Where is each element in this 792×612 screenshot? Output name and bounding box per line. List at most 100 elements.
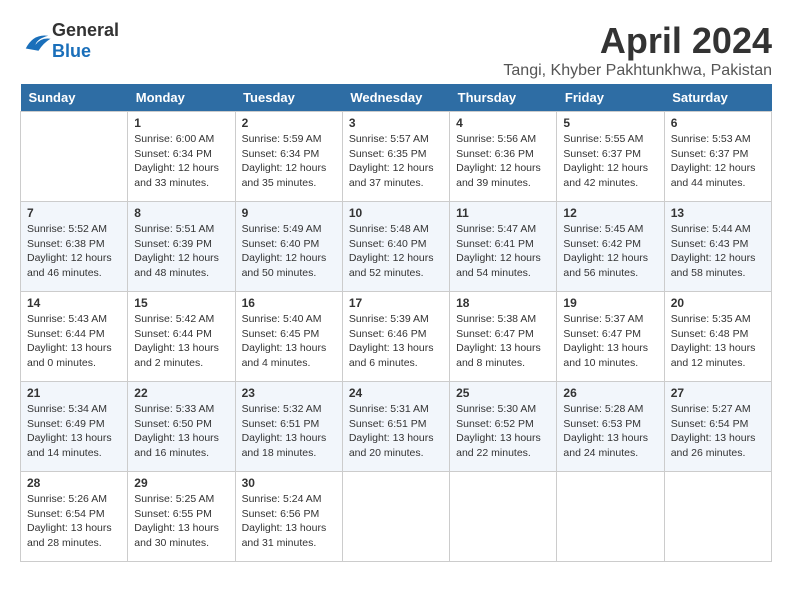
sunrise-text: Sunrise: 5:39 AM	[349, 313, 429, 325]
calendar-cell	[21, 112, 128, 202]
week-row-2: 7 Sunrise: 5:52 AM Sunset: 6:38 PM Dayli…	[21, 202, 772, 292]
daylight-text: Daylight: 13 hours and 12 minutes.	[671, 342, 756, 369]
day-info: Sunrise: 5:35 AM Sunset: 6:48 PM Dayligh…	[671, 312, 765, 371]
calendar-cell: 11 Sunrise: 5:47 AM Sunset: 6:41 PM Dayl…	[450, 202, 557, 292]
sunrise-text: Sunrise: 5:32 AM	[242, 403, 322, 415]
sunrise-text: Sunrise: 5:57 AM	[349, 133, 429, 145]
day-info: Sunrise: 5:34 AM Sunset: 6:49 PM Dayligh…	[27, 402, 121, 461]
sunset-text: Sunset: 6:56 PM	[242, 508, 320, 520]
calendar-subtitle: Tangi, Khyber Pakhtunkhwa, Pakistan	[503, 62, 772, 80]
day-info: Sunrise: 5:39 AM Sunset: 6:46 PM Dayligh…	[349, 312, 443, 371]
day-info: Sunrise: 5:38 AM Sunset: 6:47 PM Dayligh…	[456, 312, 550, 371]
calendar-cell: 23 Sunrise: 5:32 AM Sunset: 6:51 PM Dayl…	[235, 382, 342, 472]
sunset-text: Sunset: 6:51 PM	[349, 418, 427, 430]
calendar-cell: 14 Sunrise: 5:43 AM Sunset: 6:44 PM Dayl…	[21, 292, 128, 382]
sunset-text: Sunset: 6:34 PM	[134, 148, 212, 160]
sunset-text: Sunset: 6:38 PM	[27, 238, 105, 250]
title-block: April 2024 Tangi, Khyber Pakhtunkhwa, Pa…	[503, 20, 772, 80]
sunrise-text: Sunrise: 5:55 AM	[563, 133, 643, 145]
calendar-cell: 27 Sunrise: 5:27 AM Sunset: 6:54 PM Dayl…	[664, 382, 771, 472]
day-info: Sunrise: 5:59 AM Sunset: 6:34 PM Dayligh…	[242, 132, 336, 191]
weekday-header-row: SundayMondayTuesdayWednesdayThursdayFrid…	[21, 84, 772, 112]
daylight-text: Daylight: 13 hours and 8 minutes.	[456, 342, 541, 369]
daylight-text: Daylight: 13 hours and 6 minutes.	[349, 342, 434, 369]
daylight-text: Daylight: 13 hours and 24 minutes.	[563, 432, 648, 459]
daylight-text: Daylight: 13 hours and 31 minutes.	[242, 522, 327, 549]
day-info: Sunrise: 5:57 AM Sunset: 6:35 PM Dayligh…	[349, 132, 443, 191]
sunrise-text: Sunrise: 5:34 AM	[27, 403, 107, 415]
sunrise-text: Sunrise: 5:28 AM	[563, 403, 643, 415]
day-number: 20	[671, 296, 765, 310]
day-info: Sunrise: 5:24 AM Sunset: 6:56 PM Dayligh…	[242, 492, 336, 551]
day-number: 14	[27, 296, 121, 310]
week-row-4: 21 Sunrise: 5:34 AM Sunset: 6:49 PM Dayl…	[21, 382, 772, 472]
day-info: Sunrise: 5:28 AM Sunset: 6:53 PM Dayligh…	[563, 402, 657, 461]
day-info: Sunrise: 5:43 AM Sunset: 6:44 PM Dayligh…	[27, 312, 121, 371]
daylight-text: Daylight: 12 hours and 33 minutes.	[134, 162, 219, 189]
calendar-cell: 2 Sunrise: 5:59 AM Sunset: 6:34 PM Dayli…	[235, 112, 342, 202]
sunset-text: Sunset: 6:43 PM	[671, 238, 749, 250]
calendar-table: SundayMondayTuesdayWednesdayThursdayFrid…	[20, 84, 772, 562]
sunset-text: Sunset: 6:47 PM	[563, 328, 641, 340]
logo-blue: Blue	[52, 41, 91, 61]
daylight-text: Daylight: 12 hours and 52 minutes.	[349, 252, 434, 279]
daylight-text: Daylight: 12 hours and 37 minutes.	[349, 162, 434, 189]
day-info: Sunrise: 5:37 AM Sunset: 6:47 PM Dayligh…	[563, 312, 657, 371]
day-number: 11	[456, 206, 550, 220]
day-number: 17	[349, 296, 443, 310]
sunrise-text: Sunrise: 5:59 AM	[242, 133, 322, 145]
day-info: Sunrise: 5:55 AM Sunset: 6:37 PM Dayligh…	[563, 132, 657, 191]
week-row-1: 1 Sunrise: 6:00 AM Sunset: 6:34 PM Dayli…	[21, 112, 772, 202]
day-info: Sunrise: 5:51 AM Sunset: 6:39 PM Dayligh…	[134, 222, 228, 281]
day-number: 6	[671, 116, 765, 130]
day-number: 24	[349, 386, 443, 400]
calendar-cell: 26 Sunrise: 5:28 AM Sunset: 6:53 PM Dayl…	[557, 382, 664, 472]
calendar-cell	[450, 472, 557, 562]
sunrise-text: Sunrise: 5:33 AM	[134, 403, 214, 415]
day-info: Sunrise: 5:27 AM Sunset: 6:54 PM Dayligh…	[671, 402, 765, 461]
sunrise-text: Sunrise: 5:45 AM	[563, 223, 643, 235]
daylight-text: Daylight: 12 hours and 58 minutes.	[671, 252, 756, 279]
sunset-text: Sunset: 6:52 PM	[456, 418, 534, 430]
day-number: 22	[134, 386, 228, 400]
sunset-text: Sunset: 6:51 PM	[242, 418, 320, 430]
sunrise-text: Sunrise: 6:00 AM	[134, 133, 214, 145]
day-number: 12	[563, 206, 657, 220]
daylight-text: Daylight: 13 hours and 20 minutes.	[349, 432, 434, 459]
sunrise-text: Sunrise: 5:42 AM	[134, 313, 214, 325]
calendar-cell: 30 Sunrise: 5:24 AM Sunset: 6:56 PM Dayl…	[235, 472, 342, 562]
daylight-text: Daylight: 12 hours and 56 minutes.	[563, 252, 648, 279]
sunrise-text: Sunrise: 5:27 AM	[671, 403, 751, 415]
day-number: 3	[349, 116, 443, 130]
sunrise-text: Sunrise: 5:26 AM	[27, 493, 107, 505]
daylight-text: Daylight: 12 hours and 42 minutes.	[563, 162, 648, 189]
daylight-text: Daylight: 12 hours and 54 minutes.	[456, 252, 541, 279]
day-info: Sunrise: 5:52 AM Sunset: 6:38 PM Dayligh…	[27, 222, 121, 281]
daylight-text: Daylight: 12 hours and 44 minutes.	[671, 162, 756, 189]
calendar-cell: 4 Sunrise: 5:56 AM Sunset: 6:36 PM Dayli…	[450, 112, 557, 202]
weekday-header-monday: Monday	[128, 84, 235, 112]
daylight-text: Daylight: 12 hours and 39 minutes.	[456, 162, 541, 189]
sunset-text: Sunset: 6:39 PM	[134, 238, 212, 250]
weekday-header-tuesday: Tuesday	[235, 84, 342, 112]
logo-icon	[22, 29, 52, 53]
sunset-text: Sunset: 6:54 PM	[27, 508, 105, 520]
page-header: General Blue April 2024 Tangi, Khyber Pa…	[20, 20, 772, 80]
weekday-header-sunday: Sunday	[21, 84, 128, 112]
day-number: 8	[134, 206, 228, 220]
sunrise-text: Sunrise: 5:24 AM	[242, 493, 322, 505]
day-number: 1	[134, 116, 228, 130]
daylight-text: Daylight: 12 hours and 48 minutes.	[134, 252, 219, 279]
week-row-5: 28 Sunrise: 5:26 AM Sunset: 6:54 PM Dayl…	[21, 472, 772, 562]
day-number: 28	[27, 476, 121, 490]
day-number: 7	[27, 206, 121, 220]
calendar-cell: 18 Sunrise: 5:38 AM Sunset: 6:47 PM Dayl…	[450, 292, 557, 382]
daylight-text: Daylight: 13 hours and 26 minutes.	[671, 432, 756, 459]
sunrise-text: Sunrise: 5:48 AM	[349, 223, 429, 235]
day-number: 4	[456, 116, 550, 130]
sunset-text: Sunset: 6:42 PM	[563, 238, 641, 250]
day-number: 25	[456, 386, 550, 400]
sunset-text: Sunset: 6:37 PM	[671, 148, 749, 160]
day-number: 15	[134, 296, 228, 310]
calendar-title: April 2024	[503, 20, 772, 62]
